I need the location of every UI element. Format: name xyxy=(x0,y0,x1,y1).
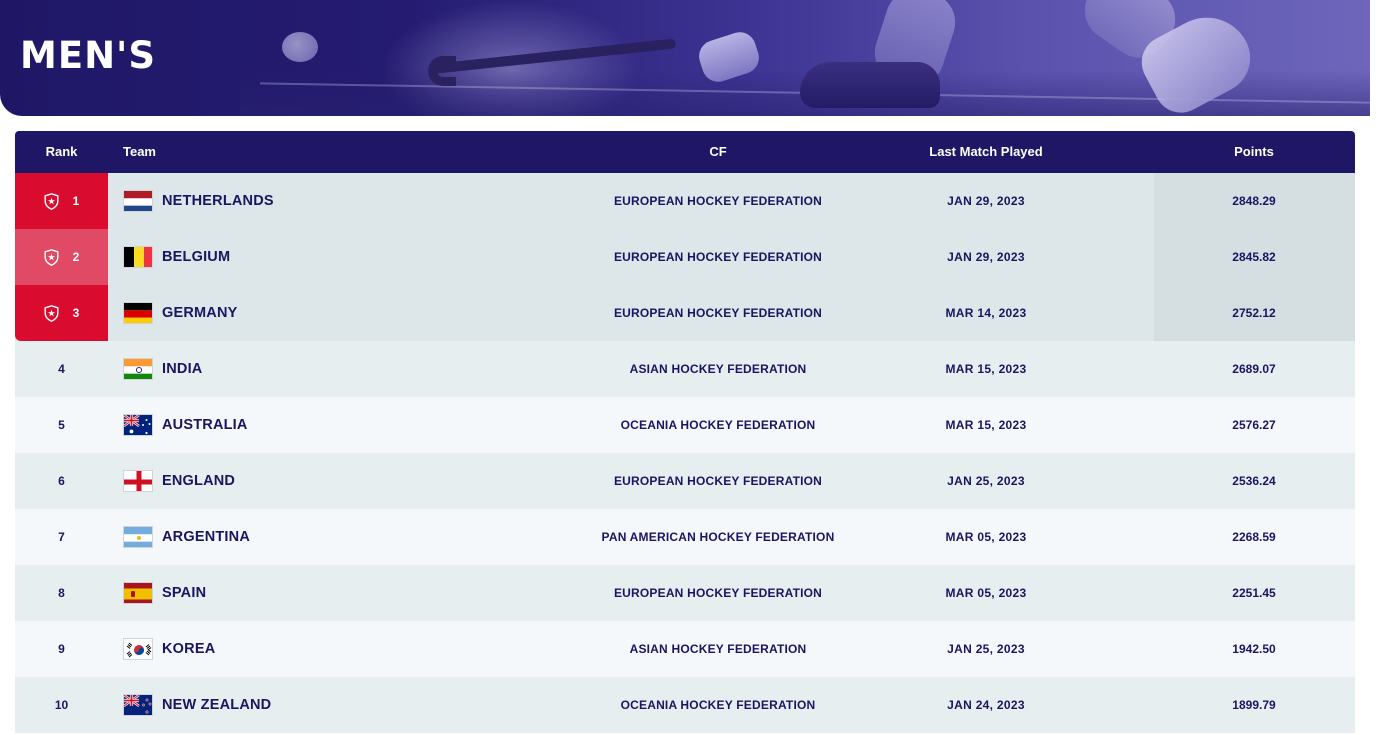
cf-cell: EUROPEAN HOCKEY FEDERATION xyxy=(613,194,823,208)
rank-value: 5 xyxy=(58,418,65,432)
last-match-cell: MAR 05, 2023 xyxy=(945,530,1027,544)
header-team[interactable]: Team xyxy=(123,144,156,159)
cf-cell: ASIAN HOCKEY FEDERATION xyxy=(629,362,807,376)
last-match-cell: MAR 14, 2023 xyxy=(945,306,1027,320)
team-name-link[interactable]: SPAIN xyxy=(162,585,206,601)
argentina-flag-icon xyxy=(123,526,153,548)
hockey-stick-hook-image xyxy=(428,56,456,86)
rank-value: 4 xyxy=(58,362,65,376)
last-match-cell: JAN 29, 2023 xyxy=(947,194,1025,208)
spain-flag-icon xyxy=(123,582,153,604)
new-zealand-flag-icon xyxy=(123,694,153,716)
table-row[interactable]: 3 GERMANY EUROPEAN HOCKEY FEDERATION MAR 14… xyxy=(15,285,1355,341)
header-points[interactable]: Points xyxy=(1154,144,1354,159)
cf-cell: ASIAN HOCKEY FEDERATION xyxy=(629,642,807,656)
rank-value: 1 xyxy=(72,194,80,208)
cf-cell: EUROPEAN HOCKEY FEDERATION xyxy=(613,586,823,600)
korea-flag-icon xyxy=(123,638,153,660)
cf-cell: OCEANIA HOCKEY FEDERATION xyxy=(620,698,816,712)
last-match-cell: MAR 05, 2023 xyxy=(945,586,1027,600)
rank-cell: 10 xyxy=(15,677,108,733)
team-name-link[interactable]: GERMANY xyxy=(162,305,238,321)
rank-cell: 4 xyxy=(15,341,108,397)
page-scrollbar[interactable] xyxy=(1370,0,1384,735)
rank-value: 8 xyxy=(58,586,65,600)
team-name-link[interactable]: BELGIUM xyxy=(162,249,230,265)
rank-cell: 5 xyxy=(15,397,108,453)
rank-cell: 6 xyxy=(15,453,108,509)
points-cell: 2251.45 xyxy=(1232,586,1276,600)
hero-banner: MEN'S xyxy=(0,0,1370,116)
last-match-cell: JAN 24, 2023 xyxy=(947,698,1025,712)
table-body: 1 NETHERLANDS EUROPEAN HOCKEY FEDERATION JA… xyxy=(15,173,1355,733)
rank-cell: 3 xyxy=(15,285,108,341)
points-cell: 2536.24 xyxy=(1232,474,1276,488)
last-match-cell: MAR 15, 2023 xyxy=(945,362,1027,376)
rank-cell: 8 xyxy=(15,565,108,621)
table-row[interactable]: 6 ENGLAND EUROPEAN HOCKEY FEDERATION JAN 25… xyxy=(15,453,1355,509)
rank-value: 6 xyxy=(58,474,65,488)
table-row[interactable]: 7 ARGENTINA PAN AMERICAN HOCKEY FEDERATION… xyxy=(15,509,1355,565)
points-cell: 1899.79 xyxy=(1232,698,1276,712)
team-name-link[interactable]: INDIA xyxy=(162,361,202,377)
rank-value: 3 xyxy=(72,306,80,320)
points-cell: 2752.12 xyxy=(1232,306,1276,320)
team-name-link[interactable]: KOREA xyxy=(162,641,215,657)
cf-cell: OCEANIA HOCKEY FEDERATION xyxy=(620,418,816,432)
last-match-cell: JAN 25, 2023 xyxy=(947,474,1025,488)
header-cf[interactable]: CF xyxy=(618,144,818,159)
cf-cell: EUROPEAN HOCKEY FEDERATION xyxy=(613,474,823,488)
hockey-ball-image xyxy=(282,32,318,62)
table-row[interactable]: 5 AUSTRALIA OCEANIA HOCKEY FEDERATION MAR 1… xyxy=(15,397,1355,453)
last-match-cell: JAN 25, 2023 xyxy=(947,642,1025,656)
header-rank[interactable]: Rank xyxy=(15,144,108,159)
table-row[interactable]: 2 BELGIUM EUROPEAN HOCKEY FEDERATION JAN 29… xyxy=(15,229,1355,285)
belgium-flag-icon xyxy=(123,246,153,268)
player-shoe-image xyxy=(800,62,940,108)
last-match-cell: JAN 29, 2023 xyxy=(947,250,1025,264)
points-cell: 2268.59 xyxy=(1232,530,1276,544)
team-name-link[interactable]: ENGLAND xyxy=(162,473,235,489)
table-header: Rank Team CF Last Match Played Points xyxy=(15,131,1355,173)
table-row[interactable]: 9 KOREA ASIAN HOCKEY FEDERATION JAN 25, 202… xyxy=(15,621,1355,677)
england-flag-icon xyxy=(123,470,153,492)
table-row[interactable]: 4 INDIA ASIAN HOCKEY FEDERATION MAR 15, 202… xyxy=(15,341,1355,397)
points-cell: 2848.29 xyxy=(1232,194,1276,208)
rankings-table: Rank Team CF Last Match Played Points 1 N… xyxy=(15,131,1355,733)
points-cell: 2689.07 xyxy=(1232,362,1276,376)
team-name-link[interactable]: AUSTRALIA xyxy=(162,417,248,433)
table-row[interactable]: 8 SPAIN EUROPEAN HOCKEY FEDERATION MAR 05, … xyxy=(15,565,1355,621)
star-shield-icon xyxy=(44,304,59,322)
germany-flag-icon xyxy=(123,302,153,324)
team-name-link[interactable]: NEW ZEALAND xyxy=(162,697,271,713)
rank-value: 10 xyxy=(54,698,69,712)
rank-value: 7 xyxy=(58,530,65,544)
rank-value: 9 xyxy=(58,642,65,656)
cf-cell: EUROPEAN HOCKEY FEDERATION xyxy=(613,306,823,320)
last-match-cell: MAR 15, 2023 xyxy=(945,418,1027,432)
team-name-link[interactable]: ARGENTINA xyxy=(162,529,250,545)
australia-flag-icon xyxy=(123,414,153,436)
rank-cell: 7 xyxy=(15,509,108,565)
header-last-match[interactable]: Last Match Played xyxy=(886,144,1086,159)
cf-cell: PAN AMERICAN HOCKEY FEDERATION xyxy=(601,530,835,544)
points-cell: 1942.50 xyxy=(1232,642,1276,656)
rank-value: 2 xyxy=(72,250,80,264)
rank-cell: 1 xyxy=(15,173,108,229)
team-name-link[interactable]: NETHERLANDS xyxy=(162,193,274,209)
star-shield-icon xyxy=(44,192,59,210)
points-cell: 2845.82 xyxy=(1232,250,1276,264)
netherlands-flag-icon xyxy=(123,190,153,212)
table-row[interactable]: 1 NETHERLANDS EUROPEAN HOCKEY FEDERATION JA… xyxy=(15,173,1355,229)
rank-cell: 9 xyxy=(15,621,108,677)
cf-cell: EUROPEAN HOCKEY FEDERATION xyxy=(613,250,823,264)
table-row[interactable]: 10 NEW ZEALAND OCEANIA HOCKEY FEDERATION JA… xyxy=(15,677,1355,733)
points-cell: 2576.27 xyxy=(1232,418,1276,432)
section-title: MEN'S xyxy=(20,34,157,77)
star-shield-icon xyxy=(44,248,59,266)
rank-cell: 2 xyxy=(15,229,108,285)
india-flag-icon xyxy=(123,358,153,380)
